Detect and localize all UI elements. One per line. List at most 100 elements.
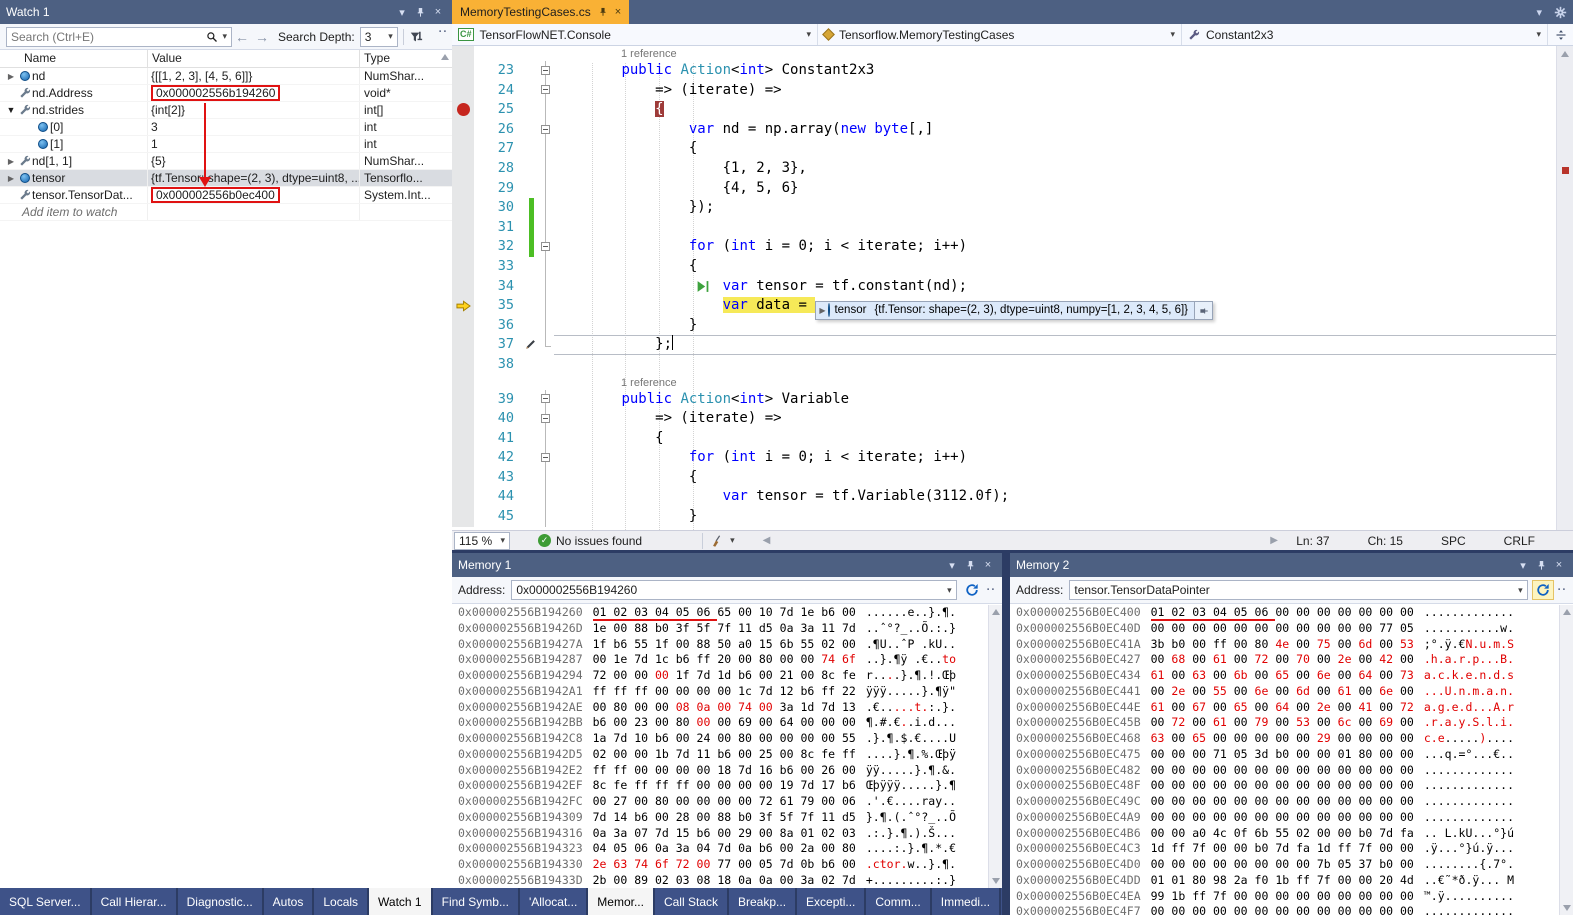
code-text[interactable]: 1 reference [554,375,1556,390]
class-dropdown[interactable]: Tensorflow.MemoryTestingCases ▾ [818,24,1182,45]
watch-row[interactable]: ▶nd[1, 1]{5}NumShar... [0,153,452,170]
code-line[interactable]: 33 { [452,257,1556,277]
folding-margin[interactable] [538,390,554,410]
code-line[interactable]: 42 for (int i = 0; i < iterate; i++) [452,448,1556,468]
code-line[interactable]: 29 {4, 5, 6} [452,179,1556,199]
code-text[interactable]: 1 reference [554,46,1556,61]
expander-icon[interactable]: ▶ [4,157,18,166]
memory-row[interactable]: 0x000002556B1942A1ff ff ff 00 00 00 00 1… [458,684,986,700]
member-dropdown[interactable]: Constant2x3 ▾ [1182,24,1547,45]
forward-arrow-icon[interactable]: → [255,29,269,45]
folding-margin[interactable] [538,218,554,238]
tool-tab-allocat[interactable]: 'Allocat... [520,888,586,915]
memory-row[interactable]: 0x000002556B0EC40D00 00 00 00 00 00 00 0… [1016,621,1557,637]
breakpoint-margin[interactable] [452,448,474,468]
memory-row[interactable]: 0x000002556B0EC41A3b b0 00 ff 00 80 4e 0… [1016,637,1557,653]
code-text[interactable]: {4, 5, 6} [554,179,1556,199]
breakpoint-margin[interactable] [452,409,474,429]
tool-tab-memor[interactable]: Memor... [588,888,653,915]
memory2-hex-view[interactable]: 0x000002556B0EC40001 02 03 04 05 06 00 0… [1016,605,1557,915]
code-line[interactable]: 26 var nd = np.array(new byte[,] [452,120,1556,140]
folding-margin[interactable] [538,257,554,277]
memory-row[interactable]: 0x000002556B0EC44100 2e 00 55 00 6e 00 6… [1016,684,1557,700]
tool-tab-find-symb[interactable]: Find Symb... [433,888,518,915]
memory-row[interactable]: 0x000002556B19433D2b 00 89 02 03 08 18 0… [458,873,986,888]
memory-row[interactable]: 0x000002556B0EC4DD01 01 80 98 2a f0 1b f… [1016,873,1557,889]
memory-row[interactable]: 0x000002556B1942BBb6 00 23 00 80 00 00 6… [458,715,986,731]
editor-vertical-scrollbar[interactable] [1556,46,1573,530]
address-input[interactable]: 0x000002556B194260 ▾ [511,580,956,600]
code-line[interactable]: 24 => (iterate) => [452,81,1556,101]
code-line[interactable]: 37 }; [452,335,1556,355]
code-text[interactable]: }); [554,198,1556,218]
close-icon[interactable]: × [1551,557,1567,573]
memory-row[interactable]: 0x000002556B1943160a 3a 07 7d 15 b6 00 2… [458,826,986,842]
folding-margin[interactable] [538,296,554,316]
breakpoint-margin[interactable] [452,81,474,101]
code-text[interactable]: var nd = np.array(new byte[,] [554,120,1556,140]
code-line[interactable]: 30 }); [452,198,1556,218]
tool-tab-comm[interactable]: Comm... [866,888,929,915]
zoom-select[interactable]: 115 % ▾ [454,532,510,550]
folding-margin[interactable] [538,429,554,449]
watch-row[interactable]: tensor.TensorDat...0x000002556b0ec400Sys… [0,187,452,204]
gear-icon[interactable] [1548,0,1573,24]
code-text[interactable]: for (int i = 0; i < iterate; i++) [554,237,1556,257]
pin-icon[interactable] [598,7,608,17]
memory-row[interactable]: 0x000002556B0EC43461 00 63 00 6b 00 65 0… [1016,668,1557,684]
folding-margin[interactable] [538,179,554,199]
column-header-value[interactable]: Value [148,50,360,67]
tool-tab-sql-server[interactable]: SQL Server... [0,888,90,915]
folding-margin[interactable] [538,46,554,61]
folding-margin[interactable] [538,198,554,218]
memory-row[interactable]: 0x000002556B1943302e 63 74 6f 72 00 77 0… [458,857,986,873]
code-text[interactable]: } [554,316,1556,336]
folding-margin[interactable] [538,120,554,140]
tool-tab-call-hierar[interactable]: Call Hierar... [92,888,176,915]
folding-margin[interactable] [538,507,554,527]
memory-row[interactable]: 0x000002556B0EC45B00 72 00 61 00 79 00 5… [1016,715,1557,731]
memory-row[interactable]: 0x000002556B19429472 00 00 00 1f 7d 1d b… [458,668,986,684]
hscroll-left-icon[interactable]: ◀ [763,535,771,546]
code-text[interactable] [554,218,1556,238]
watch-row[interactable]: nd.Address0x000002556b194260void* [0,85,452,102]
expander-icon[interactable]: ▼ [4,105,18,115]
folding-margin[interactable] [538,355,554,375]
code-text[interactable]: for (int i = 0; i < iterate; i++) [554,448,1556,468]
window-menu-icon[interactable]: ▾ [394,4,410,20]
tool-tab-excepti[interactable]: Excepti... [797,888,864,915]
close-icon[interactable]: × [430,4,446,20]
project-dropdown[interactable]: C# TensorFlowNET.Console ▾ [452,24,818,45]
memory-row[interactable]: 0x000002556B19428700 1e 7d 1c b6 ff 20 0… [458,652,986,668]
memory-row[interactable]: 0x000002556B0EC4D000 00 00 00 00 00 00 0… [1016,857,1557,873]
breakpoint-margin[interactable] [452,390,474,410]
memory1-hex-view[interactable]: 0x000002556B19426001 02 03 04 05 06 65 0… [458,605,986,888]
folding-margin[interactable] [538,100,554,120]
folding-margin[interactable] [538,409,554,429]
code-text[interactable]: public Action<int> Variable [554,390,1556,410]
breakpoint-margin[interactable] [452,468,474,488]
code-line[interactable]: 27 { [452,139,1556,159]
tool-tab-autos[interactable]: Autos [264,888,313,915]
breakpoint-margin[interactable] [452,237,474,257]
tool-tab-breakp[interactable]: Breakp... [729,888,795,915]
codelens-line[interactable]: 1 reference [452,46,1556,61]
filter-pin-icon[interactable] [409,30,423,44]
code-text[interactable]: public Action<int> Constant2x3 [554,61,1556,81]
search-input[interactable]: Search (Ctrl+E) ▾ [6,27,232,47]
code-line[interactable]: 32 for (int i = 0; i < iterate; i++) [452,237,1556,257]
breakpoint-margin[interactable] [452,335,474,355]
watch-row[interactable]: Add item to watch [0,204,452,221]
toolbar-overflow-grip[interactable]: ·· [439,26,448,38]
codelens-references[interactable]: 1 reference [554,48,677,60]
folding-margin[interactable] [538,237,554,257]
pin-icon[interactable] [412,4,428,20]
breakpoint-margin[interactable] [452,277,474,297]
code-text[interactable]: { [554,139,1556,159]
breakpoint-margin[interactable] [452,218,474,238]
address-input[interactable]: tensor.TensorDataPointer ▾ [1069,580,1527,600]
folding-margin[interactable] [538,448,554,468]
chevron-down-icon[interactable]: ▾ [222,31,227,42]
code-line[interactable]: 31 [452,218,1556,238]
code-text[interactable]: { [554,429,1556,449]
